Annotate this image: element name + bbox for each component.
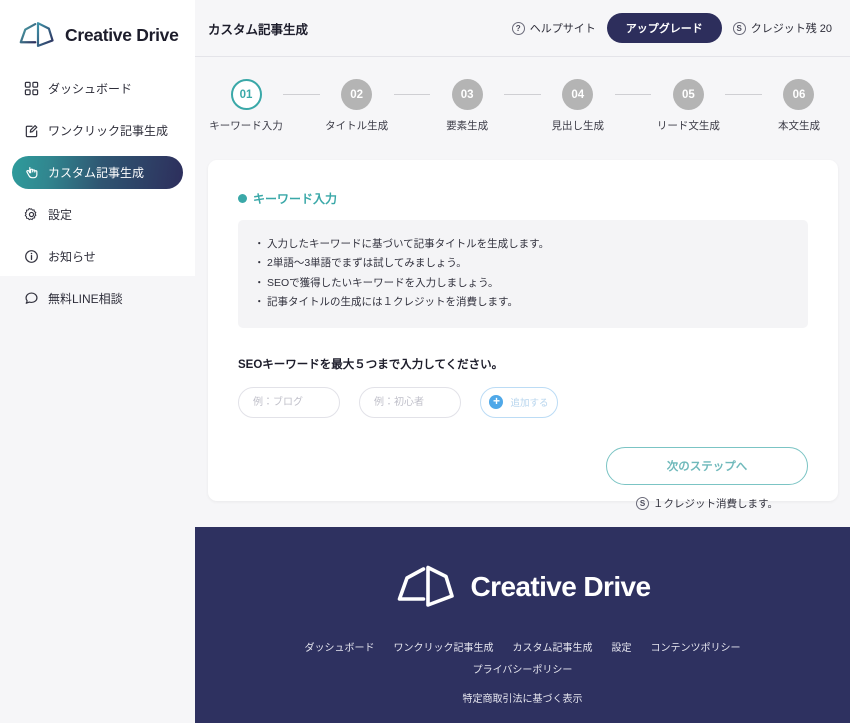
footer-links: ダッシュボード ワンクリック記事生成 カスタム記事生成 設定 コンテンツポリシー… <box>253 639 793 705</box>
step-02[interactable]: 02 タイトル生成 <box>320 79 394 133</box>
step-label: 見出し生成 <box>551 120 605 132</box>
header-actions: ? ヘルプサイト アップグレード S クレジット残 20 <box>511 13 832 43</box>
credit-coin-icon: S <box>732 21 746 35</box>
step-connector <box>283 94 320 95</box>
keyword-input-1[interactable] <box>238 386 340 418</box>
notice-item: SEOで獲得したいキーワードを入力しましょう。 <box>254 274 790 294</box>
sidebar-item-label: ダッシュボード <box>48 82 133 96</box>
step-05[interactable]: 05 リード文生成 <box>651 79 725 133</box>
footer-link-content-policy[interactable]: コンテンツポリシー <box>651 639 741 654</box>
keyword-input-2[interactable] <box>359 386 461 418</box>
section-title: キーワード入力 <box>253 192 338 206</box>
grid-icon <box>24 81 39 96</box>
notice-box: 入力したキーワードに基づいて記事タイトルを生成します。 2単語〜3単語でまずは試… <box>238 220 808 328</box>
footer-link-one-click[interactable]: ワンクリック記事生成 <box>394 639 494 654</box>
sidebar-item-one-click[interactable]: ワンクリック記事生成 <box>12 114 183 147</box>
sidebar-item-notices[interactable]: お知らせ <box>12 240 183 273</box>
step-connector <box>725 94 762 95</box>
sidebar-item-label: カスタム記事生成 <box>48 166 145 180</box>
sidebar: Creative Drive ダッシュボード ワンクリック記事生成 カスタム記事… <box>0 0 195 306</box>
sidebar-item-label: ワンクリック記事生成 <box>48 124 169 138</box>
credit-coin-icon: S <box>636 496 650 510</box>
gear-icon <box>24 207 37 221</box>
sidebar-item-label: 設定 <box>48 208 73 222</box>
sidebar-nav: ダッシュボード ワンクリック記事生成 カスタム記事生成 設定 お知らせ 無料LI… <box>0 72 195 315</box>
creative-drive-logo-icon <box>19 22 54 47</box>
upgrade-button[interactable]: アップグレード <box>606 13 722 43</box>
sidebar-item-line-consult[interactable]: 無料LINE相談 <box>12 282 183 315</box>
creative-drive-logo-icon <box>397 565 454 607</box>
credit-consumption-label: １クレジット消費します。 <box>653 497 778 510</box>
page-title: カスタム記事生成 <box>208 22 309 37</box>
notice-item: 記事タイトルの生成には１クレジットを消費します。 <box>254 293 790 313</box>
info-circle-icon <box>25 250 38 263</box>
keyword-inputs-row: + 追加する <box>238 386 808 418</box>
keyword-field-label: SEOキーワードを最大５つまで入力してください。 <box>238 358 504 371</box>
brand-name: Creative Drive <box>65 24 179 45</box>
app-root: Creative Drive ダッシュボード ワンクリック記事生成 カスタム記事… <box>0 0 850 723</box>
notice-item: 2単語〜3単語でまずは試してみましょう。 <box>254 254 790 274</box>
step-number: 04 <box>562 79 594 110</box>
step-04[interactable]: 04 見出し生成 <box>541 79 615 133</box>
next-step-button[interactable]: 次のステップへ <box>606 446 808 485</box>
footer-link-privacy-policy[interactable]: プライバシーポリシー <box>473 661 573 676</box>
footer-brand: Creative Drive <box>395 563 651 611</box>
step-label: 要素生成 <box>446 120 489 132</box>
next-step-area: 次のステップへ S １クレジット消費します。 <box>606 446 808 511</box>
step-label: リード文生成 <box>656 120 720 132</box>
cursor-click-icon <box>26 167 38 179</box>
page-footer: Creative Drive ダッシュボード ワンクリック記事生成 カスタム記事… <box>195 527 850 723</box>
footer-link-custom-article[interactable]: カスタム記事生成 <box>513 639 593 654</box>
step-number: 01 <box>230 79 262 110</box>
step-06[interactable]: 06 本文生成 <box>762 79 836 133</box>
step-connector <box>393 94 431 95</box>
step-connector <box>504 94 541 95</box>
keyword-input-card: キーワード入力 入力したキーワードに基づいて記事タイトルを生成します。 2単語〜… <box>208 160 838 510</box>
brand[interactable]: Creative Drive <box>0 0 195 50</box>
footer-brand-name: Creative Drive <box>470 571 652 602</box>
sidebar-item-settings[interactable]: 設定 <box>12 198 183 231</box>
credit-consumption-note: S １クレジット消費します。 <box>636 496 778 511</box>
help-site-label: ヘルプサイト <box>529 23 596 35</box>
step-label: キーワード入力 <box>209 120 283 132</box>
step-03[interactable]: 03 要素生成 <box>430 79 504 133</box>
credit-balance: S クレジット残 20 <box>732 20 832 36</box>
notice-item: 入力したキーワードに基づいて記事タイトルを生成します。 <box>254 235 790 255</box>
question-circle-icon: ? <box>511 21 525 35</box>
add-keyword-label: 追加する <box>510 398 549 410</box>
step-number: 02 <box>341 79 373 110</box>
sidebar-item-label: お知らせ <box>48 250 96 264</box>
step-label: 本文生成 <box>777 120 820 132</box>
pencil-square-icon <box>25 125 38 138</box>
add-keyword-button[interactable]: + 追加する <box>480 386 558 418</box>
sidebar-item-dashboard[interactable]: ダッシュボード <box>12 72 183 105</box>
step-connector <box>614 94 652 95</box>
credit-balance-label: クレジット残 20 <box>750 23 832 35</box>
sidebar-item-label: 無料LINE相談 <box>48 292 123 306</box>
step-number: 05 <box>672 79 704 110</box>
step-number: 03 <box>451 79 483 110</box>
step-01[interactable]: 01 キーワード入力 <box>209 79 283 133</box>
help-site-link[interactable]: ? ヘルプサイト <box>511 20 596 36</box>
footer-link-settings[interactable]: 設定 <box>612 639 632 654</box>
footer-link-dashboard[interactable]: ダッシュボード <box>305 639 375 654</box>
step-label: タイトル生成 <box>325 120 389 132</box>
step-number: 06 <box>783 79 815 110</box>
page-header: カスタム記事生成 ? ヘルプサイト アップグレード S クレジット残 20 <box>195 0 850 57</box>
section-header: キーワード入力 <box>238 190 808 207</box>
plus-circle-icon: + <box>489 395 504 410</box>
footer-link-commercial-law[interactable]: 特定商取引法に基づく表示 <box>463 690 583 705</box>
bullet-dot-icon <box>238 194 247 203</box>
sidebar-item-custom-article[interactable]: カスタム記事生成 <box>12 156 183 189</box>
chat-bubble-icon <box>25 292 38 304</box>
progress-stepper: 01 キーワード入力 02 タイトル生成 03 要素生成 04 見出し生成 05… <box>195 57 850 147</box>
